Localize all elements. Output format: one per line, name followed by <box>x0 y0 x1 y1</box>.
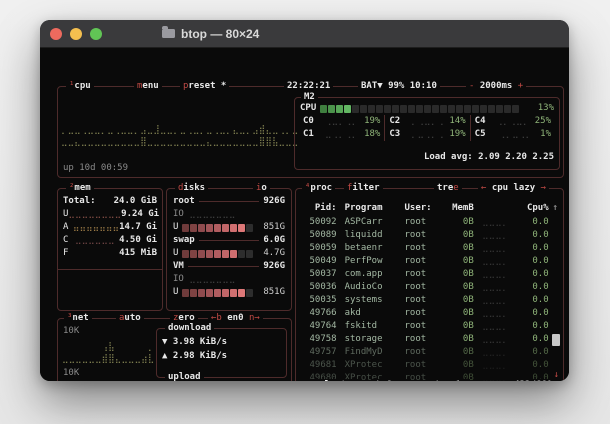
process-row[interactable]: 50089 liquidd root 0B ⣀⣀⣀⡀ 0.0 <box>301 229 558 242</box>
process-row[interactable]: 50037 com.app root 0B ⣀⣀⣀⡀ 0.0 <box>301 268 558 281</box>
cpu-total-label: CPU <box>300 102 316 115</box>
proc-scrollbar[interactable] <box>552 334 560 346</box>
mem-rows: U ⣀⣀⣀⣀⣀⣀⣀⣀ 9.24 Gi A ⣤⣤⣤⣤⣤⣤⣤ 14.7 Gi C ⣀… <box>58 208 162 260</box>
cpu-core-subpanel: M2 CPU 13% C0 ⢀⣀⡀⢀⡀ 19% C2 ⡀⢀⣀⡀⢀ 14% C4 … <box>294 97 560 170</box>
cpu-panel-title[interactable]: ¹cpu <box>66 80 94 93</box>
proc-filter-button[interactable]: filter <box>344 182 383 195</box>
disks-panel-title[interactable]: disks <box>175 182 208 195</box>
download-arrow-icon: ▼ <box>162 336 167 349</box>
cpu-core-cell: C3 ⡀⣀⢀⡀⢀ 19% <box>384 128 469 141</box>
mem-total-label: Total: <box>63 195 96 208</box>
cpu-panel: ¹cpu menu preset * 22:22:21 BAT▼ 99% 10:… <box>57 86 564 178</box>
download-value: 3.98 KiB/s <box>173 336 227 349</box>
mem-panel: ²mem Total: 24.0 GiB U ⣀⣀⣀⣀⣀⣀⣀⣀ 9.24 Gi … <box>57 188 163 311</box>
zoom-window-button[interactable] <box>90 28 102 40</box>
cpu-core-cell: C2 ⡀⢀⣀⡀⢀ 14% <box>384 115 469 128</box>
folder-icon <box>162 29 175 38</box>
process-row[interactable]: 50049 PerfPow root 0B ⣀⣀⣀⡀ 0.0 <box>301 255 558 268</box>
interval-decrease-button[interactable]: - <box>469 81 474 91</box>
proc-rows: 50092 ASPCarr root 0B ⣀⣀⣀⡀ 0.0 50089 liq… <box>301 216 558 381</box>
net-auto-toggle[interactable]: auto <box>116 312 144 325</box>
cpu-total-row: CPU 13% <box>300 102 554 115</box>
disk-rows: root926G IO ⣀⣀⣀⣀⣀⣀⣀ U 851G swap6.0G U 4.… <box>167 195 291 299</box>
net-speed-subpanel: download ▼ 3.98 KiB/s ▲ 2.98 KiB/s uploa… <box>156 328 287 378</box>
upload-arrow-icon: ▲ <box>162 350 167 363</box>
disk-used-row: U 851G <box>173 286 285 299</box>
mem-row: F 415 MiB <box>63 247 157 260</box>
load-avg-row: Load avg: 2.09 2.20 2.25 <box>300 151 554 164</box>
cpu-total-percent: 13% <box>538 102 554 115</box>
proc-panel: ⁴proc filter tree ← cpu lazy → Pid: Prog… <box>295 188 564 381</box>
mem-total-value: 24.0 GiB <box>114 195 157 208</box>
cpu-core-cell: C4 ⢀⡀⢀⣀⡀ 25% <box>470 115 555 128</box>
upload-label: upload <box>165 371 204 381</box>
process-row[interactable]: 50036 AudioCo root 0B ⣀⣀⣀⡀ 0.0 <box>301 281 558 294</box>
scroll-up-icon[interactable]: ↑ <box>549 202 558 215</box>
cpu-core-cell: C1 ⣀⢀⡀⢀⡀ 18% <box>299 128 384 141</box>
interval-increase-button[interactable]: + <box>518 81 523 91</box>
upload-row: ▲ 2.98 KiB/s <box>162 350 281 363</box>
disk-name-row: swap6.0G <box>173 234 285 247</box>
cpu-core-cell: C5 ⢀⡀⣀⢀⡀ 1% <box>470 128 555 141</box>
upload-value: 2.98 KiB/s <box>173 350 227 363</box>
process-row[interactable]: 50092 ASPCarr root 0B ⣀⣀⣀⡀ 0.0 <box>301 216 558 229</box>
cpu-core-cell: C0 ⢀⣀⡀⢀⡀ 19% <box>299 115 384 128</box>
process-row[interactable]: 49764 fskitd root 0B ⣀⣀⣀⡀ 0.0 <box>301 320 558 333</box>
terminal-content: ¹cpu menu preset * 22:22:21 BAT▼ 99% 10:… <box>40 48 569 381</box>
proc-count: 432/660 <box>511 379 555 381</box>
disks-panel: disks io root926G IO ⣀⣀⣀⣀⣀⣀⣀ U 851G swap… <box>166 188 292 311</box>
disk-name-row: VM926G <box>173 260 285 273</box>
net-iface-switch: ←b en0 n→ <box>208 312 263 325</box>
disk-used-row: U 851G <box>173 221 285 234</box>
proc-signals-button[interactable]: signals <box>426 379 470 381</box>
battery-status: BAT▼ 99% 10:10 <box>358 80 440 93</box>
cpu-cores-grid: C0 ⢀⣀⡀⢀⡀ 19% C2 ⡀⢀⣀⡀⢀ 14% C4 ⢀⡀⢀⣀⡀ 25% C… <box>299 115 555 141</box>
proc-header-row: Pid: Program User: MemB Cpu% ↑ <box>301 202 558 215</box>
process-row[interactable]: 49758 storage root 0B ⣀⣀⣀⡀ 0.0 <box>301 333 558 346</box>
proc-select-control[interactable]: ↑ select ↓ <box>300 379 360 381</box>
window-titlebar[interactable]: btop — 80×24 <box>40 20 569 48</box>
process-row[interactable]: 50059 betaenr root 0B ⣀⣀⣀⡀ 0.0 <box>301 242 558 255</box>
window-title: btop — 80×24 <box>181 27 259 41</box>
download-row: ▼ 3.98 KiB/s <box>162 336 281 349</box>
proc-panel-title[interactable]: ⁴proc <box>302 182 335 195</box>
process-row[interactable]: 50035 systems root 0B ⣀⣀⣀⡀ 0.0 <box>301 294 558 307</box>
process-row[interactable]: 49766 akd root 0B ⣀⣀⣀⡀ 0.0 <box>301 307 558 320</box>
minimize-window-button[interactable] <box>70 28 82 40</box>
proc-info-button[interactable]: info ↵ <box>372 379 411 381</box>
proc-sort-right-button[interactable]: → <box>541 183 546 193</box>
proc-tree-toggle[interactable]: tree <box>434 182 462 195</box>
mem-row: C ⣀⣀⣀⣀⣀⣀ 4.50 Gi <box>63 234 157 247</box>
menu-button[interactable]: menu <box>134 80 162 93</box>
mem-panel-title[interactable]: ²mem <box>66 182 94 195</box>
disk-name-row: root926G <box>173 195 285 208</box>
process-row[interactable]: 49757 FindMyD root 0B ⣀⣀⣀⡀ 0.0 <box>301 346 558 359</box>
mem-row: A ⣤⣤⣤⣤⣤⣤⣤ 14.7 Gi <box>63 221 157 234</box>
mem-total-row: Total: 24.0 GiB <box>63 195 157 208</box>
disk-io-row: IO ⣀⣀⣀⣀⣀⣀⣀ <box>173 273 285 286</box>
update-interval: - 2000ms + <box>466 80 526 93</box>
net-panel-title[interactable]: ³net <box>64 312 92 325</box>
net-panel: ³net auto zero ←b en0 n→ 10K ⠀⠀⠀⠀⠀⠀⢠⣧⠀⠀⠀… <box>57 318 292 381</box>
terminal-window: btop — 80×24 ¹cpu menu preset * 22:22:21… <box>40 20 569 381</box>
mem-row: U ⣀⣀⣀⣀⣀⣀⣀⣀ 9.24 Gi <box>63 208 157 221</box>
close-window-button[interactable] <box>50 28 62 40</box>
process-row[interactable]: 49681 XProtec root 0B ⣀⣀⣀⡀ 0.0 <box>301 359 558 372</box>
disk-io-row: IO ⣀⣀⣀⣀⣀⣀⣀ <box>173 208 285 221</box>
net-iface-name: en0 <box>227 313 243 323</box>
disk-used-row: U 4.7G <box>173 247 285 260</box>
mem-divider <box>57 269 163 270</box>
disks-io-toggle[interactable]: io <box>253 182 270 195</box>
preset-button[interactable]: preset * <box>180 80 229 93</box>
cpu-total-meter <box>320 105 519 113</box>
proc-sort-left-button[interactable]: ← <box>481 183 486 193</box>
load-avg: Load avg: 2.09 2.20 2.25 <box>424 151 554 164</box>
download-label: download <box>165 322 214 335</box>
proc-sort-mode: ← cpu lazy → <box>478 182 549 195</box>
net-next-iface-button[interactable]: n→ <box>249 313 260 323</box>
